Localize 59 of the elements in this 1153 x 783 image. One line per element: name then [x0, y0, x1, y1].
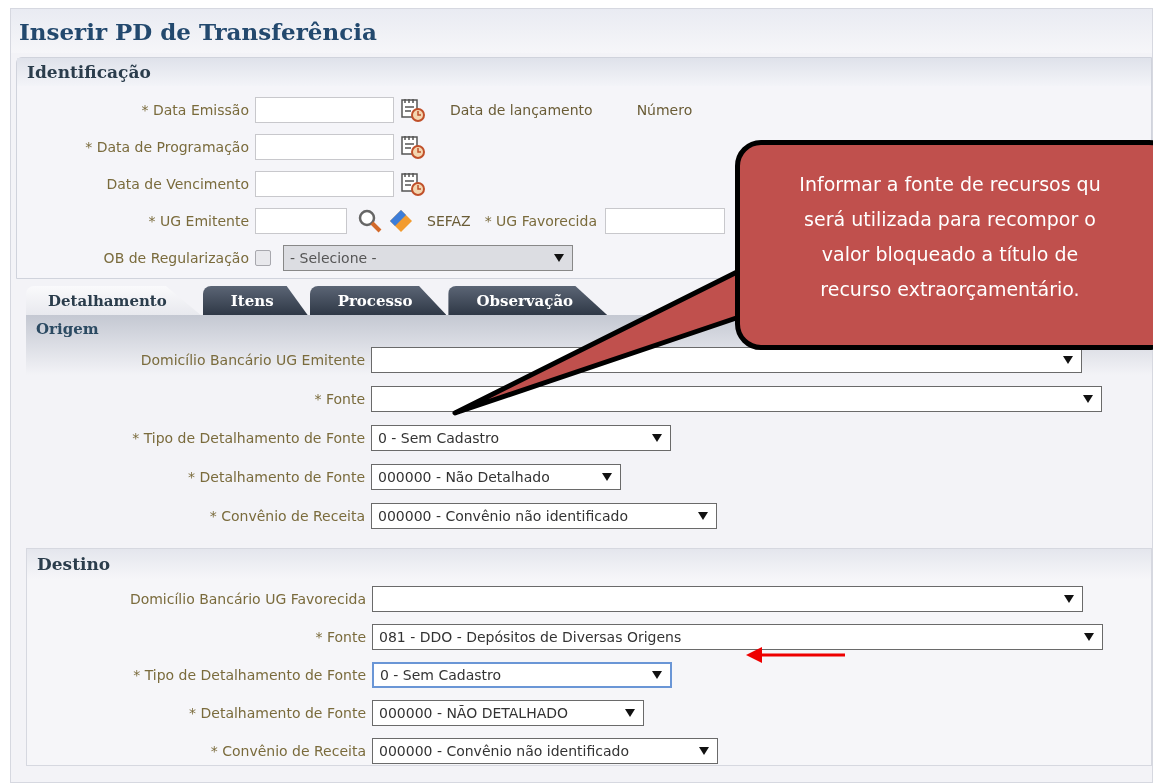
caret-icon — [699, 747, 709, 755]
field-label: * Detalhamento de Fonte — [188, 705, 366, 721]
page-title: Inserir PD de Transferência — [19, 17, 377, 45]
field-label: * Convênio de Receita — [208, 508, 365, 524]
date-field[interactable] — [255, 171, 394, 197]
caret-icon — [1083, 395, 1093, 403]
callout-bubble: Informar a fonte de recursos qu será utilizada para recompor o valor bloqueado a título de recurso extraorçamentário. — [735, 140, 1153, 350]
eraser-icon[interactable] — [389, 209, 413, 233]
tab[interactable]: Observação — [448, 286, 608, 315]
select-field[interactable]: 000000 - Convênio não identificado — [372, 738, 718, 764]
select-field[interactable] — [372, 586, 1083, 612]
select-field[interactable]: 081 - DDO - Depósitos de Diversas Origens — [372, 624, 1103, 650]
ug-field[interactable] — [605, 208, 725, 234]
field-label: Domicílio Bancário UG Favorecida — [128, 591, 366, 607]
calendar-clock-icon[interactable] — [400, 171, 426, 197]
caret-icon — [1063, 356, 1073, 364]
caret-icon — [625, 709, 635, 717]
calendar-clock-icon[interactable] — [400, 97, 426, 123]
field-label: * Fonte — [314, 629, 366, 645]
caret-icon — [652, 671, 662, 679]
caret-icon — [602, 473, 612, 481]
caret-icon — [652, 434, 662, 442]
field-label: * Detalhamento de Fonte — [187, 469, 365, 485]
field-label: * Convênio de Receita — [209, 743, 366, 759]
date-field[interactable] — [255, 134, 394, 160]
date-field[interactable] — [255, 97, 394, 123]
checkbox[interactable] — [255, 250, 271, 266]
section-title: Destino — [37, 554, 111, 574]
field-label: * UG Emitente — [147, 213, 249, 229]
select-field[interactable]: 000000 - Convênio não identificado — [371, 503, 717, 529]
field-label: Domicílio Bancário UG Emitente — [139, 352, 365, 368]
field-label: * Data de Programação — [84, 139, 249, 155]
select-field[interactable]: 0 - Sem Cadastro — [372, 662, 672, 688]
section-title: Origem — [35, 320, 99, 338]
select-field[interactable] — [371, 386, 1102, 412]
tab[interactable]: Itens — [202, 286, 308, 315]
field-label: Data de lançamento — [450, 102, 593, 118]
tab[interactable]: Detalhamento — [26, 286, 201, 315]
field-label: Número — [636, 102, 693, 118]
field-label: OB de Regularização — [102, 250, 249, 266]
select-field[interactable]: 000000 - Não Detalhado — [371, 464, 621, 490]
field-label: * Tipo de Detalhamento de Fonte — [132, 667, 366, 683]
select-field[interactable]: 000000 - NÃO DETALHADO — [372, 700, 644, 726]
calendar-clock-icon[interactable] — [400, 134, 426, 160]
field-label: * UG Favorecida — [484, 213, 597, 229]
field-label: * Fonte — [313, 391, 365, 407]
org-label: SEFAZ — [427, 213, 471, 229]
caret-icon — [1084, 633, 1094, 641]
section-title: Identificação — [27, 62, 151, 82]
tab[interactable]: Processo — [309, 286, 447, 315]
field-label: * Tipo de Detalhamento de Fonte — [131, 430, 365, 446]
ug-field[interactable] — [255, 208, 347, 234]
caret-icon — [698, 512, 708, 520]
search-icon[interactable] — [357, 208, 383, 234]
field-label: * Data Emissão — [140, 102, 249, 118]
caret-icon — [554, 254, 564, 262]
caret-icon — [1064, 595, 1074, 603]
select-field[interactable]: 0 - Sem Cadastro — [371, 425, 671, 451]
field-label: Data de Vencimento — [105, 176, 249, 192]
